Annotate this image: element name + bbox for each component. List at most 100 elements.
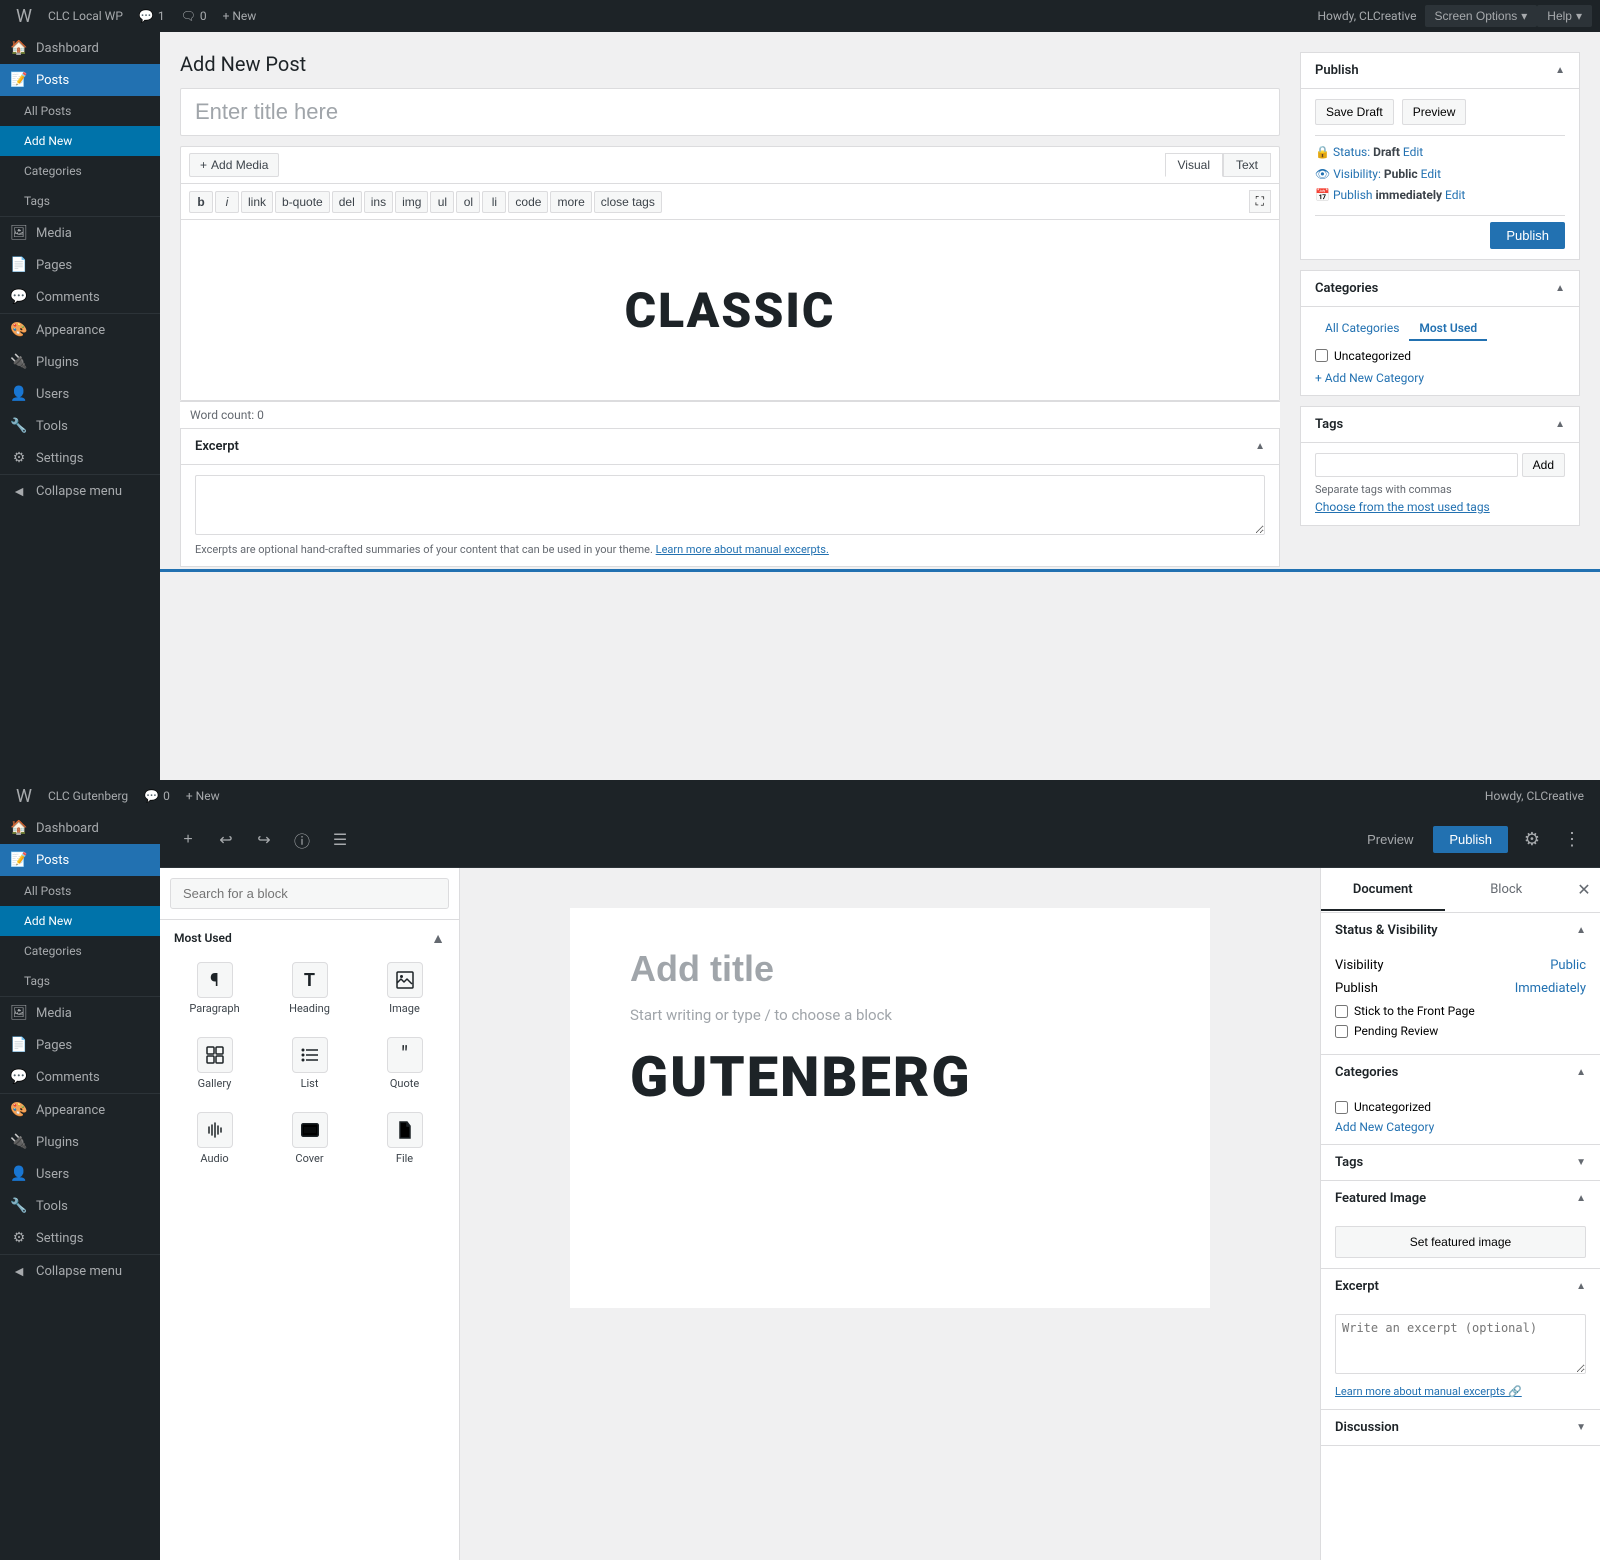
file-block-item[interactable]: File bbox=[358, 1102, 451, 1175]
li-button[interactable]: li bbox=[482, 191, 506, 213]
excerpt-textarea[interactable] bbox=[195, 475, 1265, 535]
list-block-item[interactable]: List bbox=[263, 1027, 356, 1100]
uncategorized-checkbox[interactable] bbox=[1315, 349, 1328, 362]
heading-block-item[interactable]: T Heading bbox=[263, 952, 356, 1025]
add-media-button[interactable]: + Add Media bbox=[189, 153, 279, 177]
gb-sidebar-users[interactable]: 👤 Users bbox=[0, 1158, 160, 1190]
gb-sidebar-appearance[interactable]: 🎨 Appearance bbox=[0, 1094, 160, 1126]
gb-sidebar-tags[interactable]: Tags bbox=[0, 966, 160, 996]
gb-featured-image-header[interactable]: Featured Image bbox=[1321, 1181, 1600, 1216]
categories-header[interactable]: Categories bbox=[1301, 271, 1579, 307]
sidebar-item-settings[interactable]: ⚙ Settings bbox=[0, 442, 160, 474]
sidebar-item-media[interactable]: 🖼 Media bbox=[0, 217, 160, 249]
gb-sidebar-add-new[interactable]: Add New bbox=[0, 906, 160, 936]
undo-button[interactable]: ↩ bbox=[210, 824, 242, 856]
save-draft-button[interactable]: Save Draft bbox=[1315, 99, 1394, 125]
block-section-collapse-button[interactable]: ▲ bbox=[431, 930, 445, 946]
gb-preview-button[interactable]: Preview bbox=[1355, 826, 1425, 853]
sidebar-item-collapse[interactable]: ◄ Collapse menu bbox=[0, 475, 160, 508]
del-button[interactable]: del bbox=[332, 191, 362, 213]
sidebar-item-all-posts[interactable]: All Posts bbox=[0, 96, 160, 126]
gb-settings-toggle-button[interactable]: ⚙ bbox=[1516, 824, 1548, 856]
gb-tags-header[interactable]: Tags bbox=[1321, 1145, 1600, 1180]
gb-sidebar-posts[interactable]: 📝 Posts bbox=[0, 844, 160, 876]
text-tab[interactable]: Text bbox=[1223, 153, 1271, 177]
tags-input[interactable] bbox=[1315, 453, 1518, 477]
close-tags-button[interactable]: close tags bbox=[594, 191, 662, 213]
gb-uncategorized-checkbox[interactable] bbox=[1335, 1101, 1348, 1114]
excerpt-header[interactable]: Excerpt bbox=[181, 429, 1279, 465]
visibility-edit-link[interactable]: Edit bbox=[1421, 167, 1441, 181]
gallery-block-item[interactable]: Gallery bbox=[168, 1027, 261, 1100]
ul-button[interactable]: ul bbox=[430, 191, 454, 213]
gb-sidebar-tools[interactable]: 🔧 Tools bbox=[0, 1190, 160, 1222]
gb-sidebar-settings[interactable]: ⚙ Settings bbox=[0, 1222, 160, 1254]
help-button[interactable]: Help ▾ bbox=[1537, 5, 1592, 27]
gb-sidebar-media[interactable]: 🖼 Media bbox=[0, 997, 160, 1029]
gb-sidebar-plugins[interactable]: 🔌 Plugins bbox=[0, 1126, 160, 1158]
sidebar-item-tags[interactable]: Tags bbox=[0, 186, 160, 216]
ins-button[interactable]: ins bbox=[364, 191, 393, 213]
sidebar-item-plugins[interactable]: 🔌 Plugins bbox=[0, 346, 160, 378]
block-search-input[interactable] bbox=[170, 878, 449, 909]
publish-when-edit-link[interactable]: Edit bbox=[1445, 188, 1465, 202]
editor-content-area[interactable]: CLASSIC bbox=[181, 220, 1279, 400]
gb-excerpt-header[interactable]: Excerpt bbox=[1321, 1269, 1600, 1304]
cover-block-item[interactable]: Cover bbox=[263, 1102, 356, 1175]
sidebar-item-categories[interactable]: Categories bbox=[0, 156, 160, 186]
post-title-input[interactable] bbox=[180, 88, 1280, 136]
gb-document-tab[interactable]: Document bbox=[1321, 870, 1445, 911]
audio-block-item[interactable]: Audio bbox=[168, 1102, 261, 1175]
wp-logo-link[interactable]: W bbox=[8, 0, 40, 32]
gb-sidebar-all-posts[interactable]: All Posts bbox=[0, 876, 160, 906]
italic-button[interactable]: i bbox=[215, 191, 239, 213]
bquote-button[interactable]: b-quote bbox=[275, 191, 330, 213]
sidebar-item-posts[interactable]: 📝 Posts bbox=[0, 64, 160, 96]
notif-comments-link[interactable]: 💬 1 bbox=[131, 0, 173, 32]
more-button[interactable]: more bbox=[550, 191, 591, 213]
link-button[interactable]: link bbox=[241, 191, 273, 213]
gb-sidebar-categories[interactable]: Categories bbox=[0, 936, 160, 966]
gb-editor-area[interactable]: Start writing or type / to choose a bloc… bbox=[460, 868, 1320, 1560]
most-used-tab[interactable]: Most Used bbox=[1409, 317, 1487, 341]
bold-button[interactable]: b bbox=[189, 191, 213, 213]
img-button[interactable]: img bbox=[395, 191, 428, 213]
gb-sidebar-comments[interactable]: 💬 Comments bbox=[0, 1061, 160, 1093]
gb-new-link[interactable]: + New bbox=[178, 780, 228, 812]
gb-publish-button[interactable]: Publish bbox=[1433, 826, 1508, 853]
list-view-button[interactable]: ☰ bbox=[324, 824, 356, 856]
add-block-button[interactable]: + bbox=[172, 824, 204, 856]
gb-sidebar-collapse[interactable]: ◄ Collapse menu bbox=[0, 1255, 160, 1288]
excerpt-learn-more-link[interactable]: Learn more about manual excerpts. bbox=[656, 543, 829, 556]
sidebar-item-appearance[interactable]: 🎨 Appearance bbox=[0, 314, 160, 346]
paragraph-block-item[interactable]: ¶ Paragraph bbox=[168, 952, 261, 1025]
sidebar-item-tools[interactable]: 🔧 Tools bbox=[0, 410, 160, 442]
gb-sidebar-dashboard[interactable]: 🏠 Dashboard bbox=[0, 812, 160, 844]
choose-tags-link[interactable]: Choose from the most used tags bbox=[1315, 500, 1490, 514]
code-button[interactable]: code bbox=[508, 191, 548, 213]
site-name-link[interactable]: CLC Local WP bbox=[40, 0, 131, 32]
gb-status-header[interactable]: Status & Visibility bbox=[1321, 913, 1600, 948]
gb-block-placeholder[interactable]: Start writing or type / to choose a bloc… bbox=[630, 1006, 1150, 1024]
all-categories-tab[interactable]: All Categories bbox=[1315, 317, 1409, 341]
comments-link[interactable]: 🗨 0 bbox=[173, 0, 215, 32]
image-block-item[interactable]: Image bbox=[358, 952, 451, 1025]
tags-header[interactable]: Tags bbox=[1301, 407, 1579, 443]
gb-discussion-header[interactable]: Discussion bbox=[1321, 1410, 1600, 1445]
gb-site-name-link[interactable]: CLC Gutenberg bbox=[40, 780, 136, 812]
screen-options-button[interactable]: Screen Options ▾ bbox=[1425, 5, 1538, 27]
gb-notif-link[interactable]: 💬 0 bbox=[136, 780, 178, 812]
fullscreen-button[interactable]: ⛶ bbox=[1249, 190, 1271, 213]
sidebar-item-comments[interactable]: 💬 Comments bbox=[0, 281, 160, 313]
gb-excerpt-learn-more-link[interactable]: Learn more about manual excerpts 🔗 bbox=[1335, 1385, 1522, 1398]
gb-excerpt-textarea[interactable] bbox=[1335, 1314, 1586, 1374]
gb-title-input[interactable] bbox=[630, 948, 1150, 990]
publish-button[interactable]: Publish bbox=[1490, 222, 1565, 249]
sidebar-item-users[interactable]: 👤 Users bbox=[0, 378, 160, 410]
stick-front-checkbox[interactable] bbox=[1335, 1005, 1348, 1018]
gb-wp-logo-link[interactable]: W bbox=[8, 780, 40, 812]
pending-review-checkbox[interactable] bbox=[1335, 1025, 1348, 1038]
preview-button[interactable]: Preview bbox=[1402, 99, 1467, 125]
gb-options-button[interactable]: ⋮ bbox=[1556, 824, 1588, 856]
add-tag-button[interactable]: Add bbox=[1522, 453, 1565, 477]
